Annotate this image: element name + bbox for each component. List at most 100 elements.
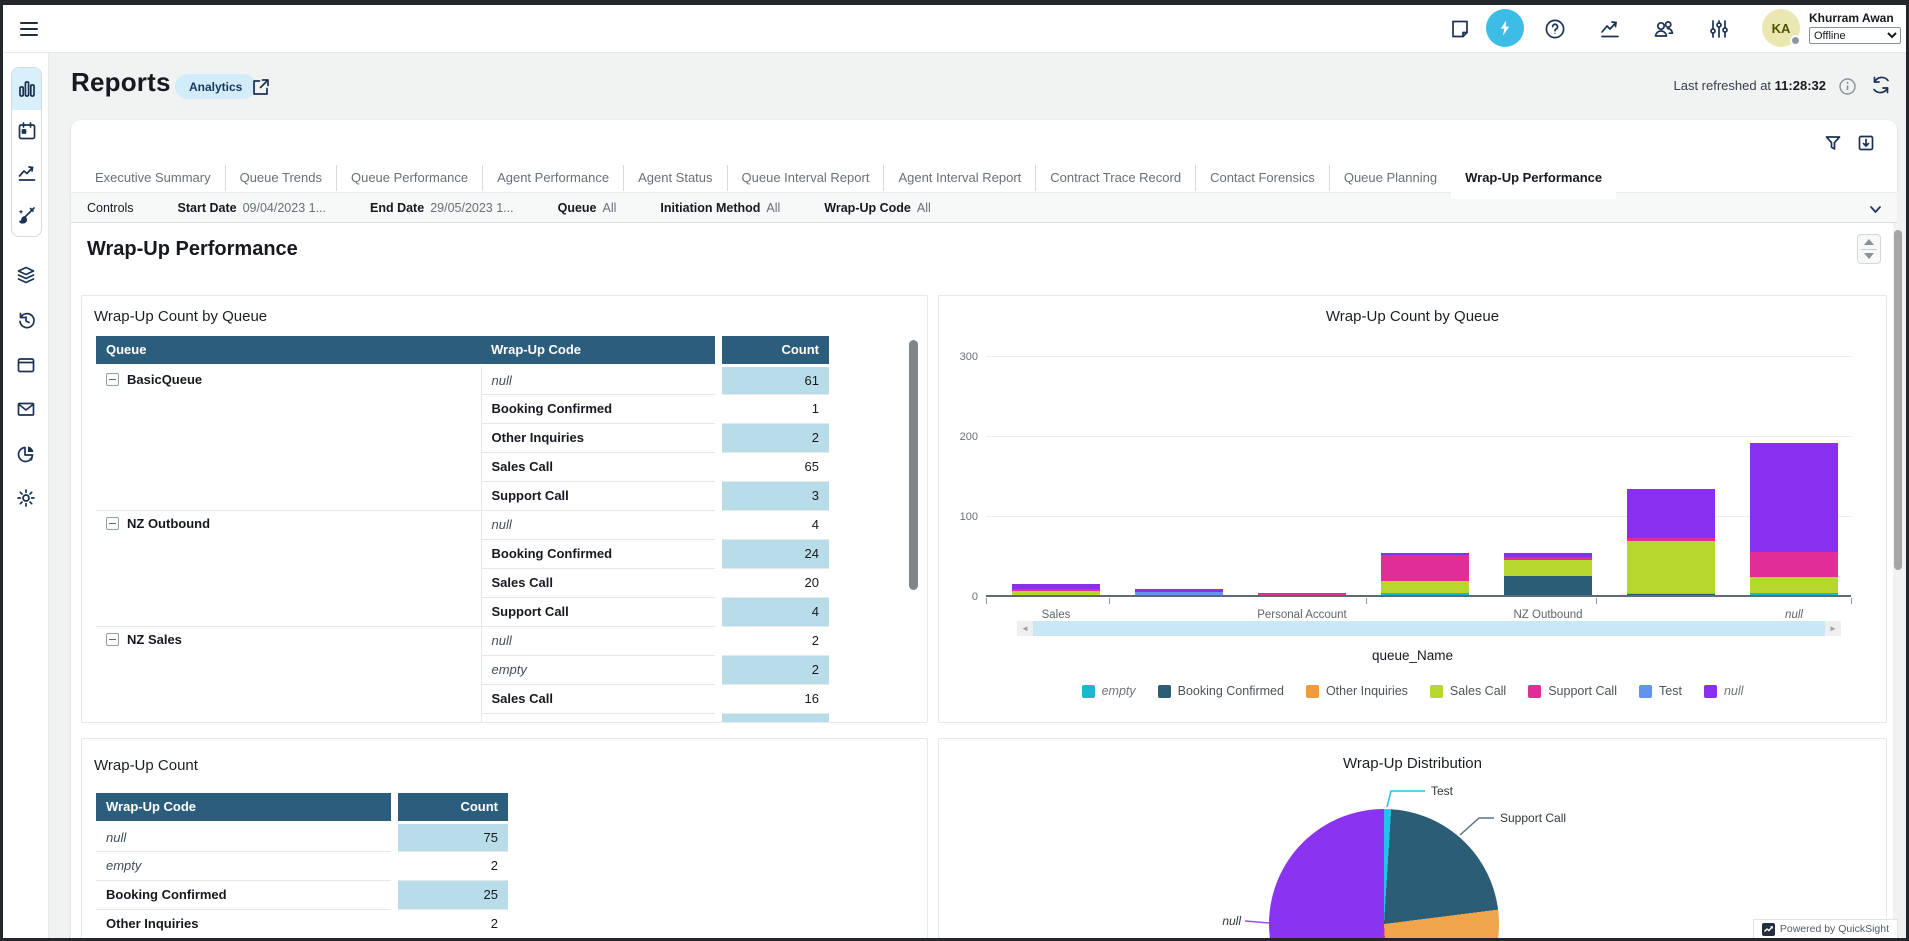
- sidebar-item-calendar[interactable]: [12, 110, 41, 152]
- sidebar-item-mail[interactable]: [16, 399, 36, 419]
- calendar-icon: [17, 121, 37, 141]
- filter-funnel-icon[interactable]: [1824, 134, 1842, 152]
- powered-by-quicksight-badge: Powered by QuickSight: [1753, 919, 1898, 938]
- bar-segment-sales-call[interactable]: [1504, 560, 1592, 576]
- filter-initiation-method[interactable]: Initiation MethodAll: [660, 201, 780, 215]
- legend-item-other-inquiries[interactable]: Other Inquiries: [1306, 684, 1408, 698]
- bar-segment-null[interactable]: [1504, 553, 1592, 556]
- help-icon[interactable]: [1544, 18, 1566, 40]
- bar-segment-support-call[interactable]: [1627, 538, 1715, 540]
- table-row: Booking Confirmed25: [96, 880, 508, 909]
- tab-contract-trace-record[interactable]: Contract Trace Record: [1035, 165, 1195, 191]
- tasks-lightning-icon[interactable]: [1486, 9, 1524, 47]
- sidebar-item-history[interactable]: [16, 310, 36, 330]
- filter-start-date[interactable]: Start Date09/04/2023 1...: [178, 201, 326, 215]
- notes-icon[interactable]: [1449, 18, 1471, 40]
- analytics-badge: Analytics: [175, 74, 256, 99]
- collapse-minus-icon[interactable]: [106, 633, 119, 646]
- gridline: [986, 436, 1851, 437]
- bar-segment-other-inquiries[interactable]: [1627, 593, 1715, 595]
- bar-segment-sales-call[interactable]: [1750, 577, 1838, 593]
- scrollbar-thumb[interactable]: [1894, 230, 1902, 570]
- column-header-queue: Queue: [96, 336, 481, 365]
- scrollbar-track[interactable]: [1033, 621, 1825, 636]
- page-vertical-scrollbar[interactable]: [1893, 192, 1903, 938]
- legend-item-sales-call[interactable]: Sales Call: [1430, 684, 1506, 698]
- wrapup-code-cell: Other Inquiries: [481, 423, 715, 452]
- page-title: Reports: [71, 67, 171, 98]
- metrics-line-chart-icon[interactable]: [1599, 18, 1621, 40]
- chart-horizontal-scrollbar[interactable]: ◄ ►: [1017, 621, 1841, 636]
- hamburger-menu-icon[interactable]: [18, 18, 40, 40]
- bar-segment-null[interactable]: [1627, 489, 1715, 538]
- tab-contact-forensics[interactable]: Contact Forensics: [1195, 165, 1329, 191]
- legend-item-support-call[interactable]: Support Call: [1528, 684, 1617, 698]
- filter-queue[interactable]: QueueAll: [558, 201, 617, 215]
- legend-swatch: [1082, 685, 1095, 698]
- spinner-down-icon[interactable]: [1864, 253, 1874, 259]
- bar-segment-support-call[interactable]: [1381, 555, 1469, 581]
- collapse-minus-icon[interactable]: [106, 373, 119, 386]
- bar-segment-null[interactable]: [1135, 589, 1223, 592]
- tab-agent-interval-report[interactable]: Agent Interval Report: [883, 165, 1035, 191]
- y-tick-label: 100: [944, 511, 978, 523]
- tab-executive-summary[interactable]: Executive Summary: [81, 165, 225, 191]
- history-clock-icon: [16, 310, 36, 330]
- contacts-users-icon[interactable]: [1653, 18, 1675, 40]
- legend-item-empty[interactable]: empty: [1082, 684, 1136, 698]
- tab-queue-interval-report[interactable]: Queue Interval Report: [727, 165, 884, 191]
- user-avatar[interactable]: KA: [1762, 9, 1800, 47]
- legend-item-null[interactable]: null: [1704, 684, 1743, 698]
- bar-segment-booking-confirmed[interactable]: [1504, 576, 1592, 595]
- table-vertical-scrollbar[interactable]: [909, 340, 918, 590]
- legend-item-test[interactable]: Test: [1639, 684, 1682, 698]
- spinner-up-icon[interactable]: [1864, 239, 1874, 245]
- tab-queue-planning[interactable]: Queue Planning: [1329, 165, 1451, 191]
- legend-item-booking-confirmed[interactable]: Booking Confirmed: [1158, 684, 1284, 698]
- filter-wrap-up-code[interactable]: Wrap-Up CodeAll: [824, 201, 930, 215]
- pie-chart-icon: [16, 444, 36, 464]
- bar-segment-null[interactable]: [1012, 584, 1100, 589]
- tab-queue-performance[interactable]: Queue Performance: [336, 165, 482, 191]
- refresh-icon[interactable]: [1870, 74, 1892, 96]
- sidebar-item-pages[interactable]: [16, 355, 36, 375]
- bar-segment-support-call[interactable]: [1504, 557, 1592, 560]
- bar-segment-support-call[interactable]: [1012, 589, 1100, 591]
- controls-collapse-chevron-icon[interactable]: [1868, 202, 1883, 217]
- sidebar-item-real-time-metrics[interactable]: [12, 152, 41, 194]
- tab-wrap-up-performance[interactable]: Wrap-Up Performance: [1451, 165, 1616, 199]
- bar-segment-sales-call[interactable]: [1627, 541, 1715, 593]
- sheet-scroll-spinner[interactable]: [1857, 234, 1881, 264]
- bar-segment-support-call[interactable]: [1750, 552, 1838, 578]
- sidebar-item-pie-metrics[interactable]: [16, 444, 36, 464]
- bar-segment-null[interactable]: [1750, 443, 1838, 552]
- scroll-right-arrow-icon[interactable]: ►: [1825, 621, 1841, 636]
- sidebar-item-settings[interactable]: [16, 488, 36, 508]
- channel-sliders-icon[interactable]: [1708, 18, 1730, 40]
- agent-status-select[interactable]: Offline: [1809, 27, 1901, 44]
- collapse-minus-icon[interactable]: [106, 517, 119, 530]
- chart-title: Wrap-Up Count by Queue: [939, 308, 1886, 325]
- sidebar-item-reports[interactable]: [12, 68, 41, 110]
- filter-end-date[interactable]: End Date29/05/2023 1...: [370, 201, 514, 215]
- y-tick-label: 0: [944, 591, 978, 603]
- sidebar-item-designer[interactable]: [12, 194, 41, 236]
- export-download-icon[interactable]: [1857, 134, 1875, 152]
- wrapup-code-cell: Support Call: [481, 481, 715, 510]
- sidebar-item-flows[interactable]: [16, 265, 36, 285]
- info-icon[interactable]: [1839, 78, 1856, 95]
- bar-segment-null[interactable]: [1381, 553, 1469, 555]
- wrapup-code-cell: null: [481, 510, 715, 539]
- tab-agent-status[interactable]: Agent Status: [623, 165, 726, 191]
- dashboard-card: Executive SummaryQueue TrendsQueue Perfo…: [71, 120, 1897, 941]
- wrapup-code-cell: Support Call: [481, 597, 715, 626]
- tab-agent-performance[interactable]: Agent Performance: [482, 165, 623, 191]
- column-header-gap: [391, 793, 398, 822]
- scroll-left-arrow-icon[interactable]: ◄: [1017, 621, 1033, 636]
- open-external-icon[interactable]: [251, 77, 271, 97]
- sheet-title: Wrap-Up Performance: [87, 238, 298, 261]
- gridline: [986, 356, 1851, 357]
- legend-swatch: [1158, 685, 1171, 698]
- tab-queue-trends[interactable]: Queue Trends: [225, 165, 336, 191]
- bar-segment-sales-call[interactable]: [1381, 581, 1469, 594]
